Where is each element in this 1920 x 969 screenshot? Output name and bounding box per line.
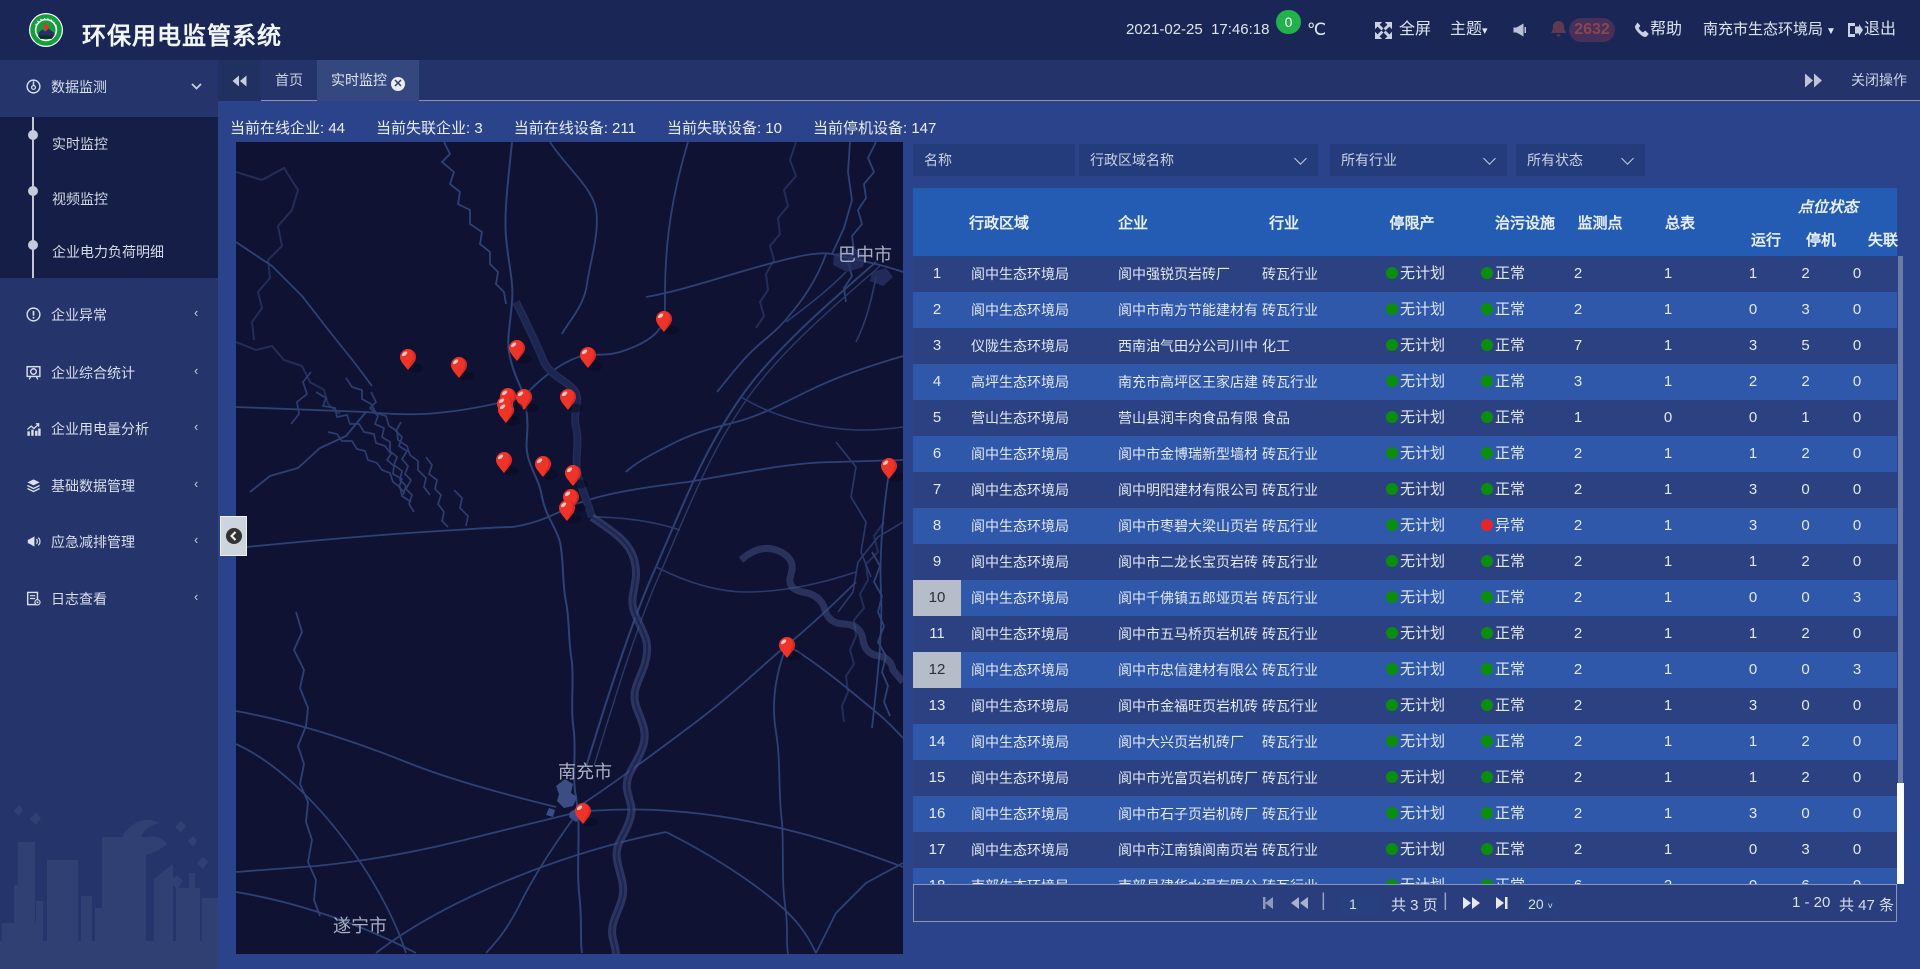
svg-text:巴中市: 巴中市	[838, 245, 892, 265]
svg-text:南充市: 南充市	[558, 762, 612, 782]
svg-text:遂宁市: 遂宁市	[333, 916, 387, 936]
